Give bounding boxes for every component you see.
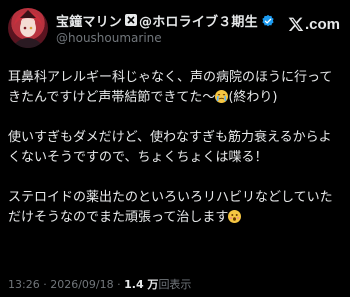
avatar-icon[interactable]: [8, 8, 48, 48]
tweet-time[interactable]: 13:26: [8, 278, 40, 291]
name-row: 宝鐘マリン @ホロライブ３期生: [56, 11, 275, 30]
x-logo-icon: [288, 17, 304, 31]
tweet-header: 宝鐘マリン @ホロライブ３期生 @houshoumarine .com: [8, 6, 342, 50]
verified-badge-icon: [261, 13, 275, 27]
meta-separator-1: ·: [39, 278, 51, 291]
x-brand-logo: .com: [288, 14, 340, 34]
views-count: 1.4 万: [124, 278, 159, 291]
tweet-paragraph-1-tail: (終わり): [228, 90, 278, 105]
tweet-paragraph-3: ステロイドの薬出たのといろいろリハビリなどしていただけそうなのでまた頑張って治し…: [8, 188, 344, 228]
author-display-name[interactable]: 宝鐘マリン: [56, 11, 122, 30]
crying-face-emoji: [215, 90, 229, 103]
author-handle[interactable]: @houshoumarine: [56, 31, 162, 45]
x-logo-text: .com: [304, 15, 340, 33]
tweet-body: 耳鼻科アレルギー科じゃなく、声の病院のほうに行ってきたんですけど声帯結節できてた…: [8, 68, 344, 248]
tweet-paragraph-1-text: 耳鼻科アレルギー科じゃなく、声の病院のほうに行ってきたんですけど声帯結節できてた…: [8, 70, 333, 105]
author-affiliation: @ホロライブ３期生: [139, 14, 258, 30]
tweet-paragraph-1: 耳鼻科アレルギー科じゃなく、声の病院のほうに行ってきたんですけど声帯結節できてた…: [8, 68, 344, 108]
meta-separator-2: ·: [113, 278, 125, 291]
views-label: 回表示: [158, 278, 192, 291]
tweet-paragraph-2: 使いすぎもダメだけど、使わなすぎも筋力衰えるからよくないそうですので、ちょくちょ…: [8, 130, 332, 165]
tweet-paragraph-3-text: ステロイドの薬出たのといろいろリハビリなどしていただけそうなのでまた頑張って治し…: [8, 190, 333, 225]
tweet-meta: 13:26 · 2026/09/18 · 1.4 万回表示: [8, 276, 191, 292]
tweet-date[interactable]: 2026/09/18: [50, 278, 113, 291]
org-badge-icon: [125, 14, 138, 26]
astonished-face-emoji: [228, 210, 242, 223]
